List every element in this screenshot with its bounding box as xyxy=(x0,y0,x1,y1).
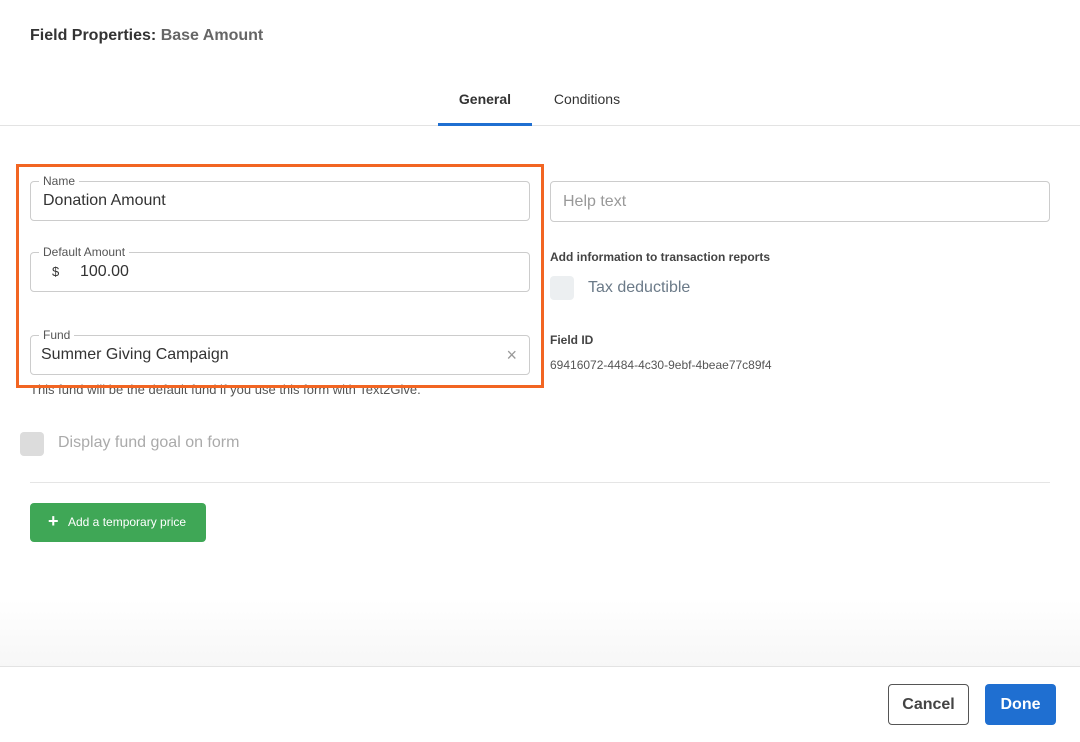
title-field-name: Base Amount xyxy=(160,27,264,44)
fund-hint: This fund will be the default fund if yo… xyxy=(30,382,421,397)
currency-symbol: $ xyxy=(52,264,60,279)
display-goal-label: Display fund goal on form xyxy=(58,434,240,451)
default-amount-value: 100.00 xyxy=(80,263,129,280)
display-goal-checkbox[interactable] xyxy=(20,432,44,456)
modal-title: Field Properties: Base Amount xyxy=(30,27,263,45)
done-button[interactable]: Done xyxy=(985,684,1056,725)
add-temporary-price-button[interactable]: + Add a temporary price xyxy=(30,503,206,542)
tab-conditions[interactable]: Conditions xyxy=(540,70,634,125)
name-field-value: Donation Amount xyxy=(43,192,166,209)
clear-icon[interactable]: × xyxy=(506,336,517,374)
scroll-fade xyxy=(0,600,1080,666)
fund-value: Summer Giving Campaign xyxy=(41,346,229,363)
tax-deductible-row: Tax deductible xyxy=(550,276,690,300)
tab-bar: General Conditions xyxy=(0,70,1080,126)
add-temporary-price-label: Add a temporary price xyxy=(68,515,187,529)
divider xyxy=(30,482,1050,483)
fund-select[interactable]: Fund Summer Giving Campaign × xyxy=(30,328,530,375)
title-prefix: Field Properties: xyxy=(30,27,157,44)
name-field[interactable]: Name Donation Amount xyxy=(30,174,530,221)
field-id-label: Field ID xyxy=(550,333,594,347)
plus-icon: + xyxy=(48,511,59,531)
cancel-button[interactable]: Cancel xyxy=(888,684,969,725)
transaction-reports-label: Add information to transaction reports xyxy=(550,250,771,264)
modal-header: Field Properties: Base Amount xyxy=(0,0,1080,70)
field-id-value: 69416072-4484-4c30-9ebf-4beae77c89f4 xyxy=(550,358,772,372)
tax-deductible-label: Tax deductible xyxy=(588,279,691,296)
default-amount-field[interactable]: Default Amount $ 100.00 xyxy=(30,245,530,292)
tab-general[interactable]: General xyxy=(438,70,532,126)
tax-deductible-checkbox[interactable] xyxy=(550,276,574,300)
help-text-placeholder: Help text xyxy=(563,193,627,210)
help-text-input[interactable]: Help text xyxy=(550,181,1050,222)
display-goal-row: Display fund goal on form xyxy=(20,432,239,456)
